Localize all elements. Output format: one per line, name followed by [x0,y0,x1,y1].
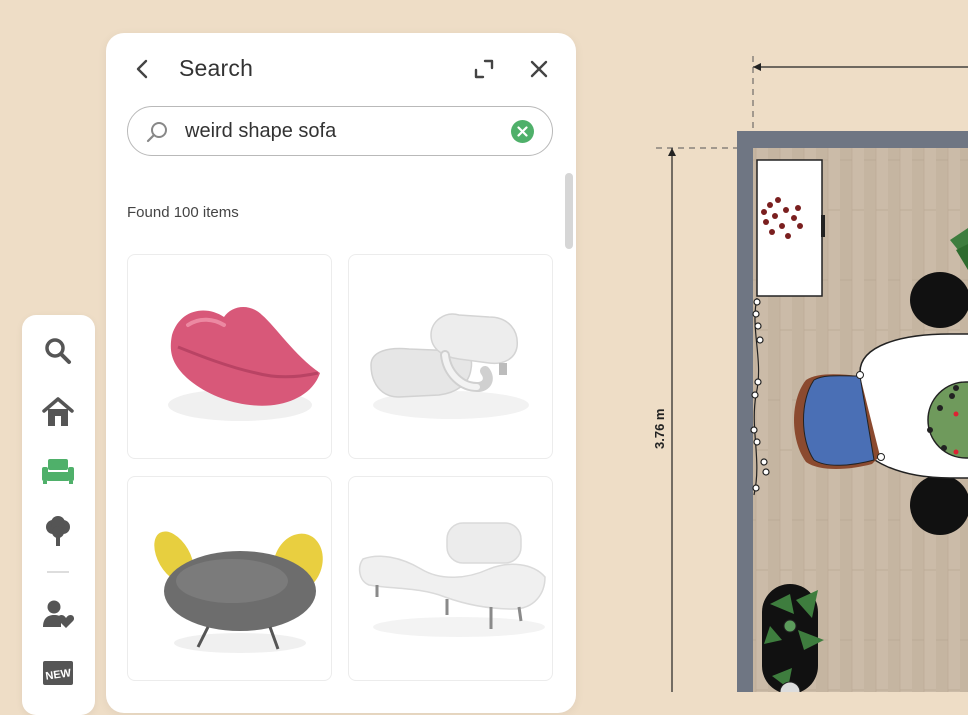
toolbar-furniture-button[interactable] [40,453,76,489]
back-button[interactable] [127,54,157,84]
new-badge-icon: NEW [43,661,73,685]
results-scrollbar[interactable] [565,173,573,249]
clear-search-button[interactable] [511,120,534,143]
tree-icon [46,516,70,546]
expand-icon [474,59,494,79]
chevron-left-icon [136,59,148,79]
pink-lips-sofa-image [168,306,320,421]
sideboard[interactable] [756,159,825,297]
white-wave-chaise-image [358,522,546,637]
side-toolbar: NEW [22,315,95,715]
toolbar-new-button[interactable]: NEW [40,655,76,691]
search-input[interactable] [185,117,495,145]
search-box [127,106,553,156]
close-button[interactable] [524,54,554,84]
search-icon [146,122,167,143]
toolbar-search-button[interactable] [40,333,76,369]
floor-plan-canvas[interactable] [600,0,968,692]
home-icon [42,397,74,426]
toolbar-garden-button[interactable] [40,513,76,549]
search-panel-header: Search [106,33,576,105]
toolbar-divider [47,571,69,573]
clear-icon [517,126,528,137]
search-icon [45,338,71,364]
results-count: Found 100 items [127,204,239,221]
user-heart-icon [43,600,74,628]
room-height-dimension-label: 3.76 m [650,405,669,452]
result-card-pink-lips-sofa[interactable] [127,254,332,459]
expand-button[interactable] [469,54,499,84]
white-knot-sofa-image [370,313,529,419]
toolbar-favorites-button[interactable] [40,596,76,632]
panel-title: Search [179,55,254,81]
furniture-sofa-icon [42,459,74,484]
result-card-white-wave-chaise[interactable] [348,476,553,681]
search-panel: Search Found 100 items [106,33,576,713]
result-card-grey-ears-chair[interactable] [127,476,332,681]
grey-ears-chair-image [154,531,323,653]
result-card-white-knot-sofa[interactable] [348,254,553,459]
close-icon [530,60,548,78]
toolbar-home-button[interactable] [40,394,76,430]
bottom-plant-stand[interactable] [762,584,824,692]
